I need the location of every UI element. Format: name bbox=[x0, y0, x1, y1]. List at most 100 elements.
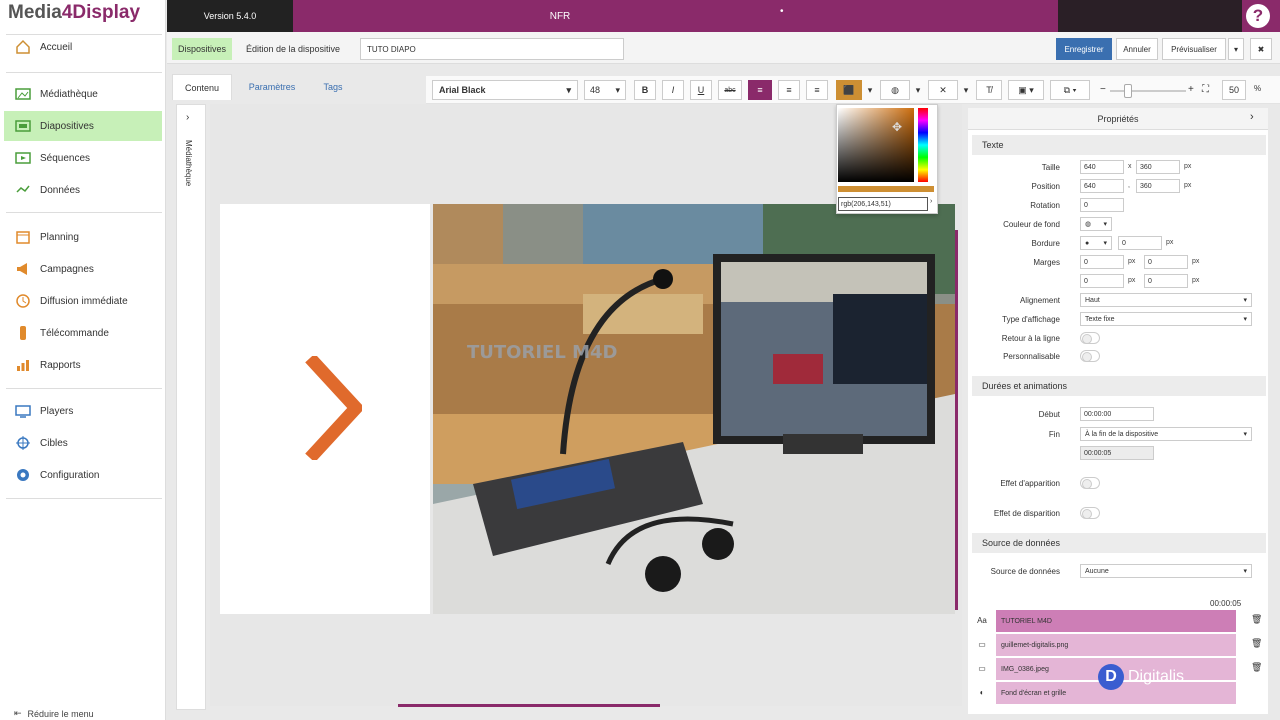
digitalis-logo-icon: D bbox=[1098, 664, 1124, 690]
zoom-out-button[interactable]: − bbox=[1100, 84, 1106, 95]
data-source-section-header[interactable]: Source de données bbox=[972, 533, 1266, 553]
chevron-graphic-icon[interactable] bbox=[304, 356, 362, 460]
vertical-scrollbar[interactable] bbox=[955, 230, 958, 610]
layer-item[interactable]: TUTORIEL M4D bbox=[996, 610, 1236, 632]
height-input[interactable]: 360 bbox=[1136, 160, 1180, 174]
sidebar-item-players[interactable]: Players bbox=[4, 396, 162, 426]
border-width-input[interactable]: 0 bbox=[1118, 236, 1162, 250]
tab-contenu[interactable]: Contenu bbox=[172, 74, 232, 100]
text-color-button[interactable]: ⬛ bbox=[836, 80, 862, 100]
tutorial-text-layer[interactable]: TUTORIEL M4D bbox=[467, 344, 617, 362]
trash-icon[interactable]: 🗑 bbox=[1251, 662, 1262, 673]
collapse-properties-button[interactable]: › bbox=[1250, 111, 1254, 123]
preview-button[interactable]: Prévisualiser bbox=[1162, 38, 1226, 60]
reduce-menu-button[interactable]: ⇤ Réduire le menu bbox=[14, 708, 94, 719]
color-value-input[interactable]: rgb(206,143,51) bbox=[838, 197, 928, 211]
trash-icon[interactable]: 🗑 bbox=[1251, 614, 1262, 625]
color-picker-close[interactable]: › bbox=[930, 198, 932, 205]
effects-button[interactable]: ✕ bbox=[928, 80, 958, 100]
zoom-slider-handle[interactable] bbox=[1124, 84, 1132, 98]
app-logo[interactable]: Media4Display bbox=[8, 2, 140, 24]
chevron-down-icon: ▾ bbox=[1103, 240, 1107, 247]
data-source-select[interactable]: Aucune ▾ bbox=[1080, 564, 1252, 578]
sidebar-item-rapports[interactable]: Rapports bbox=[4, 350, 162, 380]
width-input[interactable]: 640 bbox=[1080, 160, 1124, 174]
sidebar-item-accueil[interactable]: Accueil bbox=[4, 32, 162, 62]
background-color-dropdown[interactable]: ▾ bbox=[912, 80, 924, 100]
close-button[interactable]: ✖ bbox=[1250, 38, 1272, 60]
sidebar-item-configuration[interactable]: Configuration bbox=[4, 460, 162, 490]
strikethrough-button[interactable]: abc bbox=[718, 80, 742, 100]
hue-slider[interactable] bbox=[918, 108, 928, 182]
animations-section-header[interactable]: Durées et animations bbox=[972, 376, 1266, 396]
expand-panel-button[interactable]: › bbox=[186, 112, 189, 123]
tab-parametres[interactable]: Paramètres bbox=[236, 74, 308, 100]
disappear-effect-toggle[interactable] bbox=[1080, 507, 1100, 519]
position-x-input[interactable]: 640 bbox=[1080, 179, 1124, 193]
position-unit: px bbox=[1184, 182, 1192, 189]
tab-tags[interactable]: Tags bbox=[312, 74, 354, 100]
save-button[interactable]: Enregistrer bbox=[1056, 38, 1112, 60]
wrap-toggle[interactable] bbox=[1080, 332, 1100, 344]
help-button[interactable]: ? bbox=[1246, 4, 1270, 28]
italic-button[interactable]: I bbox=[662, 80, 684, 100]
align-center-button[interactable]: ≡ bbox=[778, 80, 800, 100]
margin-top-input[interactable]: 0 bbox=[1080, 255, 1124, 269]
font-size-select[interactable]: 48 ▾ bbox=[584, 80, 626, 100]
cancel-button[interactable]: Annuler bbox=[1116, 38, 1158, 60]
preview-dropdown-button[interactable]: ▾ bbox=[1228, 38, 1244, 60]
align-left-button[interactable]: ≡ bbox=[748, 80, 772, 100]
bold-button[interactable]: B bbox=[634, 80, 656, 100]
end-select[interactable]: À la fin de la dispositive ▾ bbox=[1080, 427, 1252, 441]
position-y-input[interactable]: 360 bbox=[1136, 179, 1180, 193]
arrange-button[interactable]: ⧉ ▾ bbox=[1050, 80, 1090, 100]
zoom-slider[interactable] bbox=[1110, 90, 1186, 92]
horizontal-scrollbar[interactable] bbox=[398, 704, 660, 707]
zoom-input[interactable]: 50 bbox=[1222, 80, 1246, 100]
layer-item[interactable]: guillemet-digitalis.png bbox=[996, 634, 1236, 656]
start-time-input[interactable]: 00:00:00 bbox=[1080, 407, 1154, 421]
account-name[interactable]: NFR bbox=[500, 0, 620, 32]
sidebar-item-campagnes[interactable]: Campagnes bbox=[4, 254, 162, 284]
clear-format-button[interactable]: T̸ bbox=[976, 80, 1002, 100]
align-right-button[interactable]: ≡ bbox=[806, 80, 828, 100]
media-panel-label[interactable]: Médiathèque bbox=[184, 140, 193, 186]
margin-left-input[interactable]: 0 bbox=[1144, 274, 1188, 288]
sidebar-item-mediatheque[interactable]: Médiathèque bbox=[4, 79, 162, 109]
rotation-input[interactable]: 0 bbox=[1080, 198, 1124, 212]
effects-dropdown[interactable]: ▾ bbox=[960, 80, 972, 100]
underline-icon: U bbox=[697, 85, 705, 95]
customizable-toggle[interactable] bbox=[1080, 350, 1100, 362]
font-family-select[interactable]: Arial Black ▾ bbox=[432, 80, 578, 100]
conference-photo[interactable]: TUTORIEL M4D bbox=[433, 204, 955, 614]
text-color-dropdown[interactable]: ▾ bbox=[864, 80, 876, 100]
sidebar-item-dispositives[interactable]: Diapositives bbox=[4, 111, 162, 141]
sidebar-item-diffusion[interactable]: Diffusion immédiate bbox=[4, 286, 162, 316]
background-color-button[interactable]: ◍ bbox=[880, 80, 910, 100]
text-section-header[interactable]: Texte bbox=[972, 135, 1266, 155]
breadcrumb-section[interactable]: Dispositives bbox=[172, 38, 233, 60]
sidebar-item-cibles[interactable]: Cibles bbox=[4, 428, 162, 458]
margin-bottom-input[interactable]: 0 bbox=[1080, 274, 1124, 288]
sidebar-item-planning[interactable]: Planning bbox=[4, 222, 162, 252]
color-saturation-area[interactable] bbox=[838, 108, 914, 182]
display-type-select[interactable]: Texte fixe ▾ bbox=[1080, 312, 1252, 326]
fit-screen-button[interactable]: ⛶ bbox=[1202, 84, 1209, 95]
data-icon bbox=[14, 181, 32, 199]
margin-right-input[interactable]: 0 bbox=[1144, 255, 1188, 269]
sidebar-item-sequences[interactable]: Séquences bbox=[4, 143, 162, 173]
border-color-select[interactable]: ● ▾ bbox=[1080, 236, 1112, 250]
insert-button[interactable]: ▣ ▾ bbox=[1008, 80, 1044, 100]
appear-effect-toggle[interactable] bbox=[1080, 477, 1100, 489]
zoom-in-button[interactable]: + bbox=[1188, 84, 1194, 95]
size-label: Taille bbox=[1041, 163, 1060, 172]
underline-button[interactable]: U bbox=[690, 80, 712, 100]
logo-text-4display: 4Display bbox=[61, 2, 141, 23]
trash-icon[interactable]: 🗑 bbox=[1251, 638, 1262, 649]
sidebar-item-donnees[interactable]: Données bbox=[4, 175, 162, 205]
customizable-label: Personnalisable bbox=[1003, 352, 1060, 361]
sidebar-item-telecommande[interactable]: Télécommande bbox=[4, 318, 162, 348]
slide-name-input[interactable]: TUTO DIAPO bbox=[360, 38, 624, 60]
background-color-select[interactable]: ◍ ▾ bbox=[1080, 217, 1112, 231]
alignment-select[interactable]: Haut ▾ bbox=[1080, 293, 1252, 307]
